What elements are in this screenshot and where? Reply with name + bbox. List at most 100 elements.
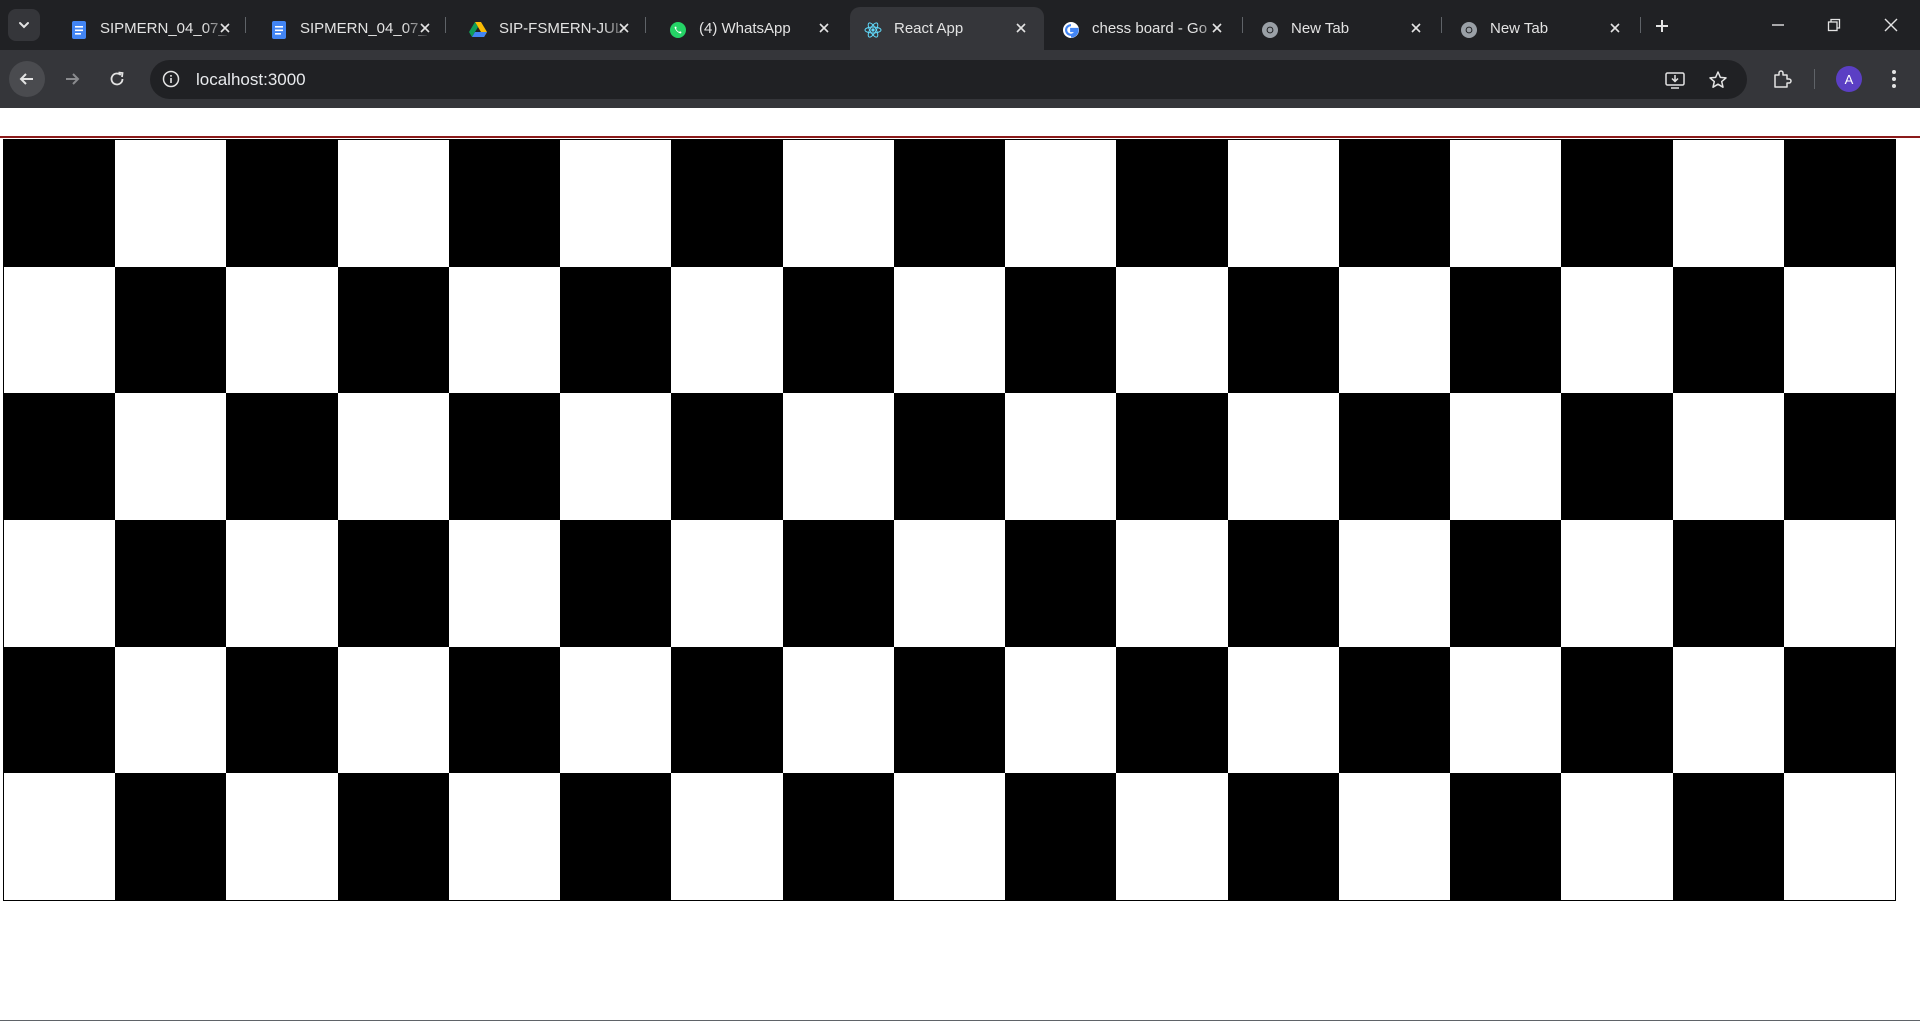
board-square-light [4, 267, 115, 393]
board-square-dark [783, 267, 894, 393]
board-square-dark [1784, 647, 1895, 773]
tab-react-app[interactable]: React App [850, 7, 1044, 50]
new-tab-button[interactable] [1648, 12, 1676, 40]
board-square-light [1116, 267, 1228, 393]
tab-close-icon[interactable] [1606, 19, 1624, 37]
board-square-dark [1673, 773, 1784, 900]
tab-close-icon[interactable] [1208, 19, 1226, 37]
more-menu-icon[interactable] [1882, 67, 1906, 91]
tab-separator [245, 17, 246, 33]
tab-whatsapp[interactable]: (4) WhatsApp [655, 7, 847, 50]
restore-button[interactable] [1811, 7, 1857, 43]
board-square-light [449, 773, 560, 900]
board-square-light [894, 773, 1005, 900]
board-square-dark [894, 140, 1005, 267]
bookmark-star-icon[interactable] [1707, 69, 1729, 91]
page-viewport [0, 108, 1920, 1021]
tab-title: SIPMERN_04_07_ [100, 20, 227, 37]
board-square-light [671, 773, 783, 900]
board-square-dark [1673, 520, 1784, 647]
board-square-dark [560, 267, 671, 393]
board-square-dark [560, 520, 671, 647]
board-square-light [226, 520, 338, 647]
board-square-light [783, 647, 894, 773]
reload-button[interactable] [99, 61, 135, 97]
profile-avatar[interactable]: A [1836, 66, 1862, 92]
board-square-light [894, 267, 1005, 393]
board-square-light [115, 140, 226, 267]
minimize-icon [1772, 24, 1784, 26]
board-square-light [1228, 393, 1339, 520]
tab-strip: SIPMERN_04_07_ SIPMERN_04_07_ SIP-FSMERN… [0, 0, 1920, 50]
board-square-light [1450, 140, 1561, 267]
tab-close-icon[interactable] [1407, 19, 1425, 37]
board-square-light [226, 267, 338, 393]
board-square-dark [1116, 140, 1228, 267]
forward-button[interactable] [54, 61, 90, 97]
address-bar[interactable]: localhost:3000 [150, 60, 1747, 99]
arrow-right-icon [66, 73, 80, 85]
minimize-button[interactable] [1755, 7, 1801, 43]
board-square-dark [338, 520, 449, 647]
site-info-icon[interactable] [160, 68, 182, 90]
board-square-dark [1561, 647, 1673, 773]
close-window-button[interactable] [1868, 7, 1914, 43]
board-square-light [1784, 267, 1895, 393]
board-square-dark [449, 647, 560, 773]
tab-chess-board-search[interactable]: chess board - Go [1048, 7, 1240, 50]
board-square-light [1450, 393, 1561, 520]
board-square-dark [115, 773, 226, 900]
chess-board [3, 139, 1896, 901]
tab-new-tab-1[interactable]: New Tab [1247, 7, 1439, 50]
tab-title: New Tab [1291, 20, 1350, 37]
board-square-light [1005, 140, 1116, 267]
tab-close-icon[interactable] [216, 19, 234, 37]
tab-title: React App [894, 20, 964, 37]
browser-toolbar: localhost:3000 A [0, 50, 1920, 108]
tab-close-icon[interactable] [416, 19, 434, 37]
tab-close-icon[interactable] [615, 19, 633, 37]
board-square-dark [115, 520, 226, 647]
board-square-dark [671, 647, 783, 773]
board-square-light [1784, 520, 1895, 647]
board-square-dark [1561, 393, 1673, 520]
board-square-light [4, 520, 115, 647]
tab-separator [1441, 17, 1442, 33]
tab-sipmern-1[interactable]: SIPMERN_04_07_ [56, 7, 248, 50]
board-square-light [115, 647, 226, 773]
board-square-dark [1116, 393, 1228, 520]
board-square-dark [338, 773, 449, 900]
board-square-dark [1450, 520, 1561, 647]
extensions-icon[interactable] [1770, 67, 1794, 91]
google-docs-icon [270, 21, 288, 39]
back-button[interactable] [9, 61, 45, 97]
board-square-light [560, 140, 671, 267]
board-square-dark [1005, 267, 1116, 393]
tab-close-icon[interactable] [1012, 19, 1030, 37]
url-text[interactable]: localhost:3000 [196, 70, 306, 90]
tab-separator [1242, 17, 1243, 33]
board-square-dark [1116, 647, 1228, 773]
board-square-light [783, 393, 894, 520]
board-square-dark [1228, 773, 1339, 900]
tab-sip-fsmern[interactable]: SIP-FSMERN-JUL [455, 7, 647, 50]
tab-new-tab-2[interactable]: New Tab [1446, 7, 1638, 50]
board-square-light [449, 520, 560, 647]
tab-search-button[interactable] [8, 9, 40, 41]
close-icon [1884, 18, 1898, 32]
tab-close-icon[interactable] [815, 19, 833, 37]
page-top-border [0, 136, 1920, 138]
board-square-light [1228, 647, 1339, 773]
board-square-dark [1339, 393, 1450, 520]
board-square-light [1561, 267, 1673, 393]
board-square-light [894, 520, 1005, 647]
board-square-dark [1784, 140, 1895, 267]
board-square-light [671, 267, 783, 393]
board-square-light [1450, 647, 1561, 773]
board-square-light [1673, 647, 1784, 773]
board-square-dark [1450, 267, 1561, 393]
board-square-dark [1005, 520, 1116, 647]
tab-sipmern-2[interactable]: SIPMERN_04_07_ [256, 7, 448, 50]
install-app-icon[interactable] [1664, 69, 1686, 91]
tab-title: SIP-FSMERN-JUL [499, 20, 624, 37]
